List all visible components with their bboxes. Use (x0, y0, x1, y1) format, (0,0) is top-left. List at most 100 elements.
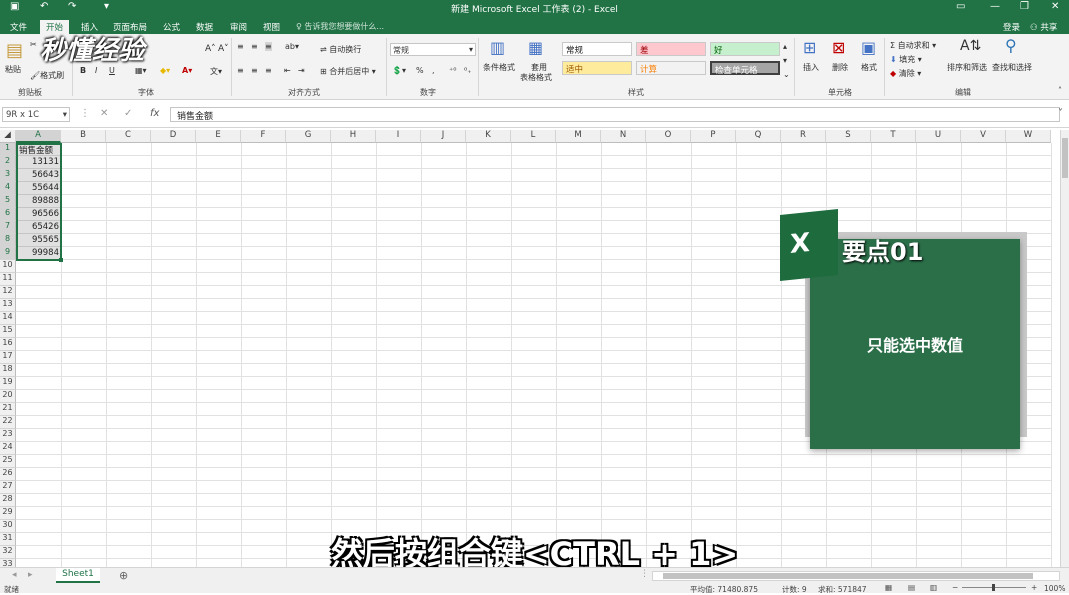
column-header-B[interactable]: B (61, 130, 106, 143)
column-header-G[interactable]: G (286, 130, 331, 143)
cell-A8[interactable]: 95565 (17, 235, 61, 247)
comma-icon[interactable]: , (432, 66, 435, 75)
font-color-icon[interactable]: A▾ (182, 66, 192, 75)
style-normal[interactable]: 常规 (562, 42, 632, 56)
column-header-N[interactable]: N (601, 130, 646, 143)
style-neutral[interactable]: 适中 (562, 61, 632, 75)
fill-handle[interactable] (59, 258, 63, 262)
align-middle-icon[interactable]: ≡ (251, 42, 258, 51)
conditional-format-icon[interactable]: ▥ (490, 38, 505, 57)
percent-icon[interactable]: % (416, 66, 424, 75)
formula-input[interactable]: 销售金额 (170, 107, 1060, 122)
format-cells-icon[interactable]: ▣ (861, 38, 876, 57)
row-header-16[interactable]: 16 (0, 338, 16, 351)
bold-button[interactable]: B (80, 66, 86, 75)
align-right-icon[interactable]: ≡ (265, 66, 272, 75)
column-header-H[interactable]: H (331, 130, 376, 143)
share-button[interactable]: ⚇ 共享 (1030, 21, 1057, 33)
tab-split-handle[interactable]: ⋮ (640, 569, 649, 579)
style-good[interactable]: 好 (710, 42, 780, 56)
delete-cells-button[interactable]: 删除 (832, 62, 848, 73)
row-header-10[interactable]: 10 (0, 260, 16, 273)
row-header-24[interactable]: 24 (0, 442, 16, 455)
next-sheet-icon[interactable]: ▸ (28, 570, 33, 580)
column-header-M[interactable]: M (556, 130, 601, 143)
fill-button[interactable]: ⬇ 填充 ▾ (890, 54, 922, 65)
insert-function-icon[interactable]: fx (150, 108, 159, 119)
column-header-E[interactable]: E (196, 130, 241, 143)
column-header-P[interactable]: P (691, 130, 736, 143)
cell-A7[interactable]: 65426 (17, 222, 61, 234)
row-header-20[interactable]: 20 (0, 390, 16, 403)
align-bottom-icon[interactable]: ≡ (265, 42, 272, 51)
prev-sheet-icon[interactable]: ◂ (12, 570, 17, 580)
row-header-27[interactable]: 27 (0, 481, 16, 494)
tab-view[interactable]: 视图 (257, 20, 286, 34)
row-header-18[interactable]: 18 (0, 364, 16, 377)
shrink-font-icon[interactable]: A˅ (218, 44, 229, 54)
column-header-C[interactable]: C (106, 130, 151, 143)
cut-icon[interactable]: ✂ (30, 40, 37, 49)
number-format-select[interactable]: 常规 ▾ (390, 43, 476, 56)
column-header-R[interactable]: R (781, 130, 826, 143)
increase-indent-icon[interactable]: ⇥ (298, 66, 305, 75)
row-header-13[interactable]: 13 (0, 299, 16, 312)
cell-A9[interactable]: 99984 (17, 248, 61, 260)
row-header-17[interactable]: 17 (0, 351, 16, 364)
increase-decimal-icon[interactable]: ⁺⁰ (449, 66, 456, 75)
zoom-level[interactable]: 100% (1044, 584, 1065, 593)
paste-icon[interactable]: ▤ (6, 40, 23, 61)
tell-me-input[interactable]: ♀ 告诉我您想要做什么... (296, 21, 384, 32)
cell-A1[interactable]: 销售金额 (17, 144, 61, 156)
column-header-D[interactable]: D (151, 130, 196, 143)
row-header-23[interactable]: 23 (0, 429, 16, 442)
row-header-12[interactable]: 12 (0, 286, 16, 299)
row-header-22[interactable]: 22 (0, 416, 16, 429)
row-header-29[interactable]: 29 (0, 507, 16, 520)
styles-scroll-down-icon[interactable]: ▾ (783, 56, 787, 65)
column-header-Q[interactable]: Q (736, 130, 781, 143)
align-center-icon[interactable]: ≡ (251, 66, 258, 75)
sort-filter-button[interactable]: 排序和筛选 (947, 62, 987, 73)
row-header-21[interactable]: 21 (0, 403, 16, 416)
row-header-7[interactable]: 7 (0, 221, 16, 234)
conditional-format-button[interactable]: 条件格式 (483, 62, 515, 73)
style-check-cell[interactable]: 检查单元格 (710, 61, 780, 76)
styles-more-icon[interactable]: ⌄ (783, 70, 790, 79)
currency-icon[interactable]: 💲▾ (392, 66, 406, 75)
row-header-8[interactable]: 8 (0, 234, 16, 247)
tab-formulas[interactable]: 公式 (157, 20, 186, 34)
row-header-28[interactable]: 28 (0, 494, 16, 507)
cancel-icon[interactable]: ✕ (100, 108, 108, 119)
close-icon[interactable]: ✕ (1051, 1, 1059, 12)
column-header-O[interactable]: O (646, 130, 691, 143)
autosum-button[interactable]: Σ 自动求和 ▾ (890, 40, 936, 51)
h-scrollbar-thumb[interactable] (663, 573, 1033, 579)
cell-A6[interactable]: 96566 (17, 209, 61, 221)
row-header-14[interactable]: 14 (0, 312, 16, 325)
styles-scroll-up-icon[interactable]: ▴ (783, 42, 787, 51)
fill-color-icon[interactable]: ◆▾ (160, 66, 170, 75)
clear-button[interactable]: ◆ 清除 ▾ (890, 68, 921, 79)
column-header-F[interactable]: F (241, 130, 286, 143)
page-layout-view-icon[interactable]: ▤ (908, 583, 915, 592)
align-top-icon[interactable]: ≡ (237, 42, 244, 51)
add-sheet-icon[interactable]: ⊕ (119, 569, 128, 582)
sheet-tab-sheet1[interactable]: Sheet1 (56, 568, 100, 583)
zoom-in-icon[interactable]: + (1031, 583, 1037, 592)
minimize-icon[interactable]: — (990, 1, 1000, 12)
format-as-table-line2[interactable]: 表格格式 (520, 72, 552, 83)
find-icon[interactable]: ⚲ (1005, 36, 1017, 55)
format-cells-button[interactable]: 格式 (861, 62, 877, 73)
insert-cells-button[interactable]: 插入 (803, 62, 819, 73)
row-header-6[interactable]: 6 (0, 208, 16, 221)
cell-A3[interactable]: 56643 (17, 170, 61, 182)
restore-icon[interactable]: ❐ (1020, 1, 1029, 12)
row-header-1[interactable]: 1 (0, 143, 16, 156)
style-calculation[interactable]: 计算 (636, 61, 706, 75)
italic-button[interactable]: I (95, 66, 97, 75)
scrollbar-thumb[interactable] (1062, 138, 1068, 178)
tab-data[interactable]: 数据 (190, 20, 219, 34)
row-header-11[interactable]: 11 (0, 273, 16, 286)
align-left-icon[interactable]: ≡ (237, 66, 244, 75)
